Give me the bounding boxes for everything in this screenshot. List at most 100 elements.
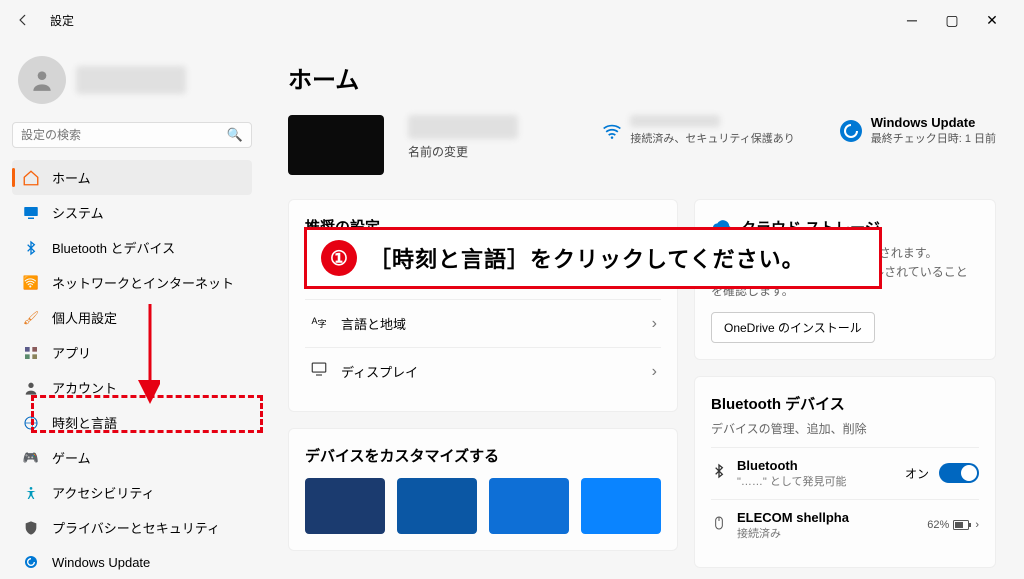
sidebar-item-privacy[interactable]: プライバシーとセキュリティ — [12, 510, 252, 545]
theme-thumbnails — [305, 478, 661, 534]
wifi-icon — [602, 121, 622, 141]
chevron-right-icon: › — [652, 315, 657, 333]
svg-text:字: 字 — [318, 318, 327, 329]
search-input[interactable] — [21, 128, 227, 142]
sidebar-item-label: システム — [52, 203, 104, 222]
sidebar-item-label: アクセシビリティ — [52, 483, 155, 502]
bt-device-row[interactable]: ELECOM shellpha 接続済み 62% › — [711, 499, 979, 551]
update-title: Windows Update — [871, 115, 996, 130]
bluetooth-card: Bluetooth デバイス デバイスの管理、追加、削除 Bluetooth "… — [694, 376, 996, 568]
mouse-icon — [711, 515, 727, 536]
user-name-redacted — [76, 66, 186, 94]
sidebar-item-home[interactable]: ホーム — [12, 160, 252, 195]
customize-card: デバイスをカスタマイズする — [288, 428, 678, 551]
annotation-number-badge: ① — [321, 240, 357, 276]
bt-device-name: ELECOM shellpha — [737, 510, 917, 525]
user-profile[interactable] — [12, 48, 252, 118]
bt-battery: 62% › — [927, 519, 979, 531]
setting-row-display[interactable]: ディスプレイ › — [305, 347, 661, 395]
bt-name: Bluetooth — [737, 458, 895, 473]
sidebar-item-apps[interactable]: アプリ — [12, 335, 252, 370]
sidebar-item-label: 時刻と言語 — [52, 413, 117, 432]
sidebar-item-network[interactable]: 🛜 ネットワークとインターネット — [12, 265, 252, 300]
bt-on-label: オン — [905, 465, 929, 482]
bt-title: Bluetooth デバイス — [711, 393, 979, 414]
update-sub: 最終チェック日時: 1 日前 — [871, 130, 996, 146]
window-title: 設定 — [50, 12, 74, 29]
chevron-right-icon: › — [652, 363, 657, 381]
sidebar-item-personalization[interactable]: 🖌 個人用設定 — [12, 300, 252, 335]
theme-thumb[interactable] — [305, 478, 385, 534]
svg-text:A: A — [312, 316, 318, 326]
header-row: 名前の変更 接続済み、セキュリティ保護あり Windows Update 最終チ… — [288, 115, 996, 175]
setting-row-label: ディスプレイ — [341, 362, 640, 381]
sidebar-item-label: Windows Update — [52, 555, 150, 570]
maximize-button[interactable]: ▢ — [932, 12, 972, 29]
rename-link[interactable]: 名前の変更 — [408, 143, 518, 160]
bluetooth-icon — [22, 239, 40, 257]
back-button[interactable] — [12, 9, 34, 31]
display-icon — [309, 360, 329, 383]
nav-list: ホーム システム Bluetooth とデバイス 🛜 ネットワークとインターネッ… — [12, 160, 252, 579]
sidebar-item-accessibility[interactable]: アクセシビリティ — [12, 475, 252, 510]
battery-icon — [953, 520, 971, 530]
search-box[interactable]: 🔍 — [12, 122, 252, 148]
chevron-right-icon: › — [975, 519, 979, 531]
sidebar-item-label: 個人用設定 — [52, 308, 117, 327]
annotation-callout: ① ［時刻と言語］をクリックしてください。 — [304, 227, 882, 289]
bt-device-sub: 接続済み — [737, 525, 917, 541]
sidebar-item-label: アカウント — [52, 378, 117, 397]
bt-toggle-row: Bluetooth "……" として発見可能 オン — [711, 447, 979, 499]
bluetooth-icon — [711, 463, 727, 484]
sidebar-item-gaming[interactable]: 🎮 ゲーム — [12, 440, 252, 475]
accessibility-icon — [22, 484, 40, 502]
sidebar-item-label: ゲーム — [52, 448, 91, 467]
brush-icon: 🖌 — [22, 309, 40, 327]
theme-thumb[interactable] — [397, 478, 477, 534]
pc-name-redacted — [408, 115, 518, 139]
avatar-icon — [18, 56, 66, 104]
setting-row-label: 言語と地域 — [341, 314, 640, 333]
sidebar-item-time-language[interactable]: 時刻と言語 — [12, 405, 252, 440]
update-icon — [839, 119, 863, 143]
close-button[interactable]: ✕ — [972, 12, 1012, 29]
bt-discoverable: "……" として発見可能 — [737, 473, 895, 489]
sidebar-item-label: ホーム — [52, 168, 91, 187]
sidebar-item-label: アプリ — [52, 343, 91, 362]
ssid-redacted — [630, 115, 720, 127]
search-icon: 🔍 — [227, 127, 243, 143]
page-title: ホーム — [288, 60, 996, 95]
wifi-status-card[interactable]: 接続済み、セキュリティ保護あり — [602, 115, 794, 146]
annotation-text: ［時刻と言語］をクリックしてください。 — [369, 242, 805, 274]
title-bar: 設定 ─ ▢ ✕ — [0, 0, 1024, 40]
pc-thumbnail — [288, 115, 384, 175]
sidebar-item-windows-update[interactable]: Windows Update — [12, 545, 252, 579]
onedrive-install-button[interactable]: OneDrive のインストール — [711, 312, 875, 343]
bt-sub: デバイスの管理、追加、削除 — [711, 420, 979, 437]
network-icon: 🛜 — [22, 274, 40, 292]
theme-thumb[interactable] — [489, 478, 569, 534]
sidebar: 🔍 ホーム システム Bluetooth とデバイス 🛜 ネットワークとインター… — [0, 40, 260, 576]
apps-icon — [22, 344, 40, 362]
sidebar-item-accounts[interactable]: アカウント — [12, 370, 252, 405]
wifi-status-text: 接続済み、セキュリティ保護あり — [630, 130, 794, 146]
game-icon: 🎮 — [22, 449, 40, 467]
sidebar-item-system[interactable]: システム — [12, 195, 252, 230]
home-icon — [22, 169, 40, 187]
shield-icon — [22, 519, 40, 537]
globe-clock-icon — [22, 414, 40, 432]
customize-title: デバイスをカスタマイズする — [305, 445, 661, 466]
system-icon — [22, 204, 40, 222]
update-icon — [22, 553, 40, 571]
minimize-button[interactable]: ─ — [892, 12, 932, 28]
sidebar-item-label: プライバシーとセキュリティ — [52, 518, 220, 537]
update-status-card[interactable]: Windows Update 最終チェック日時: 1 日前 — [839, 115, 996, 146]
main-content: ホーム 名前の変更 接続済み、セキュリティ保護あり Windows Update… — [260, 40, 1024, 576]
setting-row-language[interactable]: A字 言語と地域 › — [305, 299, 661, 347]
bt-toggle[interactable] — [939, 463, 979, 483]
theme-thumb[interactable] — [581, 478, 661, 534]
sidebar-item-label: ネットワークとインターネット — [52, 273, 234, 292]
account-icon — [22, 379, 40, 397]
language-icon: A字 — [309, 312, 329, 335]
sidebar-item-bluetooth[interactable]: Bluetooth とデバイス — [12, 230, 252, 265]
